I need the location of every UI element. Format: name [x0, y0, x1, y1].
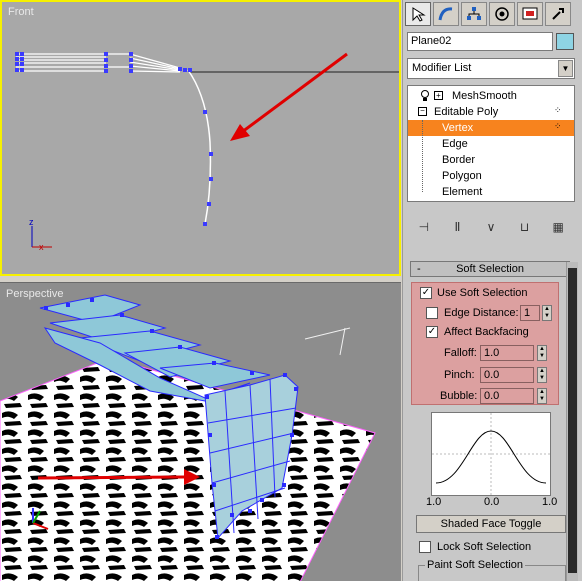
make-unique-icon[interactable]: ∨: [482, 218, 500, 236]
object-name-field[interactable]: Plane02: [407, 32, 553, 51]
vertex-dots-icon: ⁘: [554, 121, 562, 131]
lock-soft-selection-checkbox[interactable]: [419, 541, 431, 553]
stack-label-polygon: Polygon: [442, 170, 482, 182]
falloff-curve-graph: [431, 412, 551, 496]
pinch-spinner[interactable]: ▲ ▼: [537, 367, 547, 383]
show-end-result-icon[interactable]: Ⅱ: [448, 218, 466, 236]
stack-item-border[interactable]: Border: [408, 152, 574, 168]
display-icon: [522, 7, 538, 20]
configure-modifier-sets-icon[interactable]: ▦: [549, 218, 567, 236]
edge-distance-checkbox[interactable]: [426, 307, 438, 319]
command-panel-tabs: [403, 0, 582, 28]
shaded-face-toggle-button[interactable]: Shaded Face Toggle: [416, 515, 566, 533]
curve-x-left-label: 1.0: [426, 496, 442, 508]
paint-soft-selection-group: Paint Soft Selection: [418, 559, 566, 581]
modify-tab[interactable]: [433, 2, 459, 26]
stack-item-element[interactable]: Element: [408, 184, 574, 200]
modifier-stack[interactable]: + MeshSmooth − Editable Poly ⁘ Vertex ⁘ …: [407, 85, 575, 202]
chevron-down-icon[interactable]: ▼: [558, 60, 573, 77]
remove-modifier-icon[interactable]: ⊔: [516, 218, 534, 236]
collapse-minus-icon[interactable]: −: [418, 107, 427, 116]
pinch-label: Pinch:: [444, 369, 475, 381]
stack-label-edge: Edge: [442, 138, 468, 150]
axis-z-label: z: [29, 217, 34, 227]
edge-distance-input[interactable]: 1: [520, 305, 540, 321]
utilities-tab[interactable]: [545, 2, 571, 26]
stack-item-editable-poly[interactable]: − Editable Poly ⁘: [408, 104, 574, 120]
dotted-cube-icon: ⁘: [554, 105, 562, 115]
soft-selection-params: ✓ Use Soft Selection Edge Distance: 1 ▲ ▼…: [411, 282, 559, 405]
use-soft-selection-label: Use Soft Selection: [437, 287, 528, 299]
create-tab[interactable]: [405, 2, 431, 26]
hierarchy-tab[interactable]: [461, 2, 487, 26]
perspective-viewport[interactable]: Perspective: [0, 282, 401, 581]
curve-x-right-label: 1.0: [542, 496, 558, 508]
soft-selection-rollout: - Soft Selection ✓ Use Soft Selection Ed…: [406, 259, 576, 581]
front-viewport-geometry: z x: [15, 52, 399, 252]
falloff-label: Falloff:: [444, 347, 477, 359]
command-panel: Plane02 Modifier List ▼ + MeshSmooth − E…: [402, 0, 582, 581]
stack-label-vertex: Vertex: [442, 122, 474, 134]
axis-x-label: x: [39, 242, 44, 252]
falloff-curve: [432, 413, 550, 495]
edge-distance-label: Edge Distance:: [444, 307, 519, 319]
modifier-list-dropdown[interactable]: Modifier List ▼: [407, 58, 575, 79]
pin-stack-icon[interactable]: ⊣: [415, 218, 433, 236]
modify-icon: [438, 7, 453, 21]
bubble-input[interactable]: 0.0: [480, 388, 534, 404]
create-icon: [412, 7, 426, 22]
front-viewport[interactable]: Front z x: [0, 0, 401, 276]
bubble-spinner[interactable]: ▲ ▼: [537, 388, 547, 404]
stack-item-polygon[interactable]: Polygon: [408, 168, 574, 184]
affect-backfacing-label: Affect Backfacing: [444, 326, 529, 338]
paint-soft-selection-label: Paint Soft Selection: [425, 559, 526, 571]
soft-selection-title: Soft Selection: [456, 263, 524, 275]
use-soft-selection-checkbox[interactable]: ✓: [420, 287, 432, 299]
utilities-icon: [552, 8, 564, 20]
stack-label-meshsmooth: MeshSmooth: [452, 90, 517, 102]
motion-icon: [495, 7, 509, 21]
modifier-list-label: Modifier List: [412, 62, 472, 74]
falloff-input[interactable]: 1.0: [480, 345, 534, 361]
affect-backfacing-checkbox[interactable]: ✓: [426, 326, 438, 338]
pinch-input[interactable]: 0.0: [480, 367, 534, 383]
bubble-label: Bubble:: [440, 390, 478, 402]
object-color-swatch[interactable]: [556, 33, 574, 50]
stack-label-border: Border: [442, 154, 476, 166]
lightbulb-icon[interactable]: [420, 90, 430, 102]
display-tab[interactable]: [517, 2, 543, 26]
rollout-collapse-icon[interactable]: -: [417, 262, 421, 276]
motion-tab[interactable]: [489, 2, 515, 26]
perspective-viewport-geometry: Perspective: [0, 288, 376, 581]
hierarchy-icon: [467, 7, 481, 20]
expand-plus-icon[interactable]: +: [434, 91, 443, 100]
curve-x-mid-label: 0.0: [484, 496, 500, 508]
perspective-viewport-label: Perspective: [6, 288, 63, 300]
scrollbar-thumb[interactable]: [568, 268, 577, 573]
edge-distance-spinner[interactable]: ▲ ▼: [542, 305, 552, 321]
stack-item-edge[interactable]: Edge: [408, 136, 574, 152]
command-panel-scrollbar[interactable]: [566, 262, 578, 581]
stack-toolbar: ⊣ Ⅱ ∨ ⊔ ▦: [407, 216, 575, 238]
stack-item-meshsmooth[interactable]: + MeshSmooth: [408, 88, 574, 104]
lock-soft-selection-label: Lock Soft Selection: [437, 541, 532, 553]
stack-label-editable-poly: Editable Poly: [434, 106, 499, 118]
stack-label-element: Element: [442, 186, 483, 198]
falloff-spinner[interactable]: ▲ ▼: [537, 345, 547, 361]
stack-item-vertex[interactable]: Vertex ⁘: [408, 120, 574, 136]
soft-selection-header[interactable]: - Soft Selection: [410, 261, 570, 277]
tree-connector: [422, 120, 423, 192]
